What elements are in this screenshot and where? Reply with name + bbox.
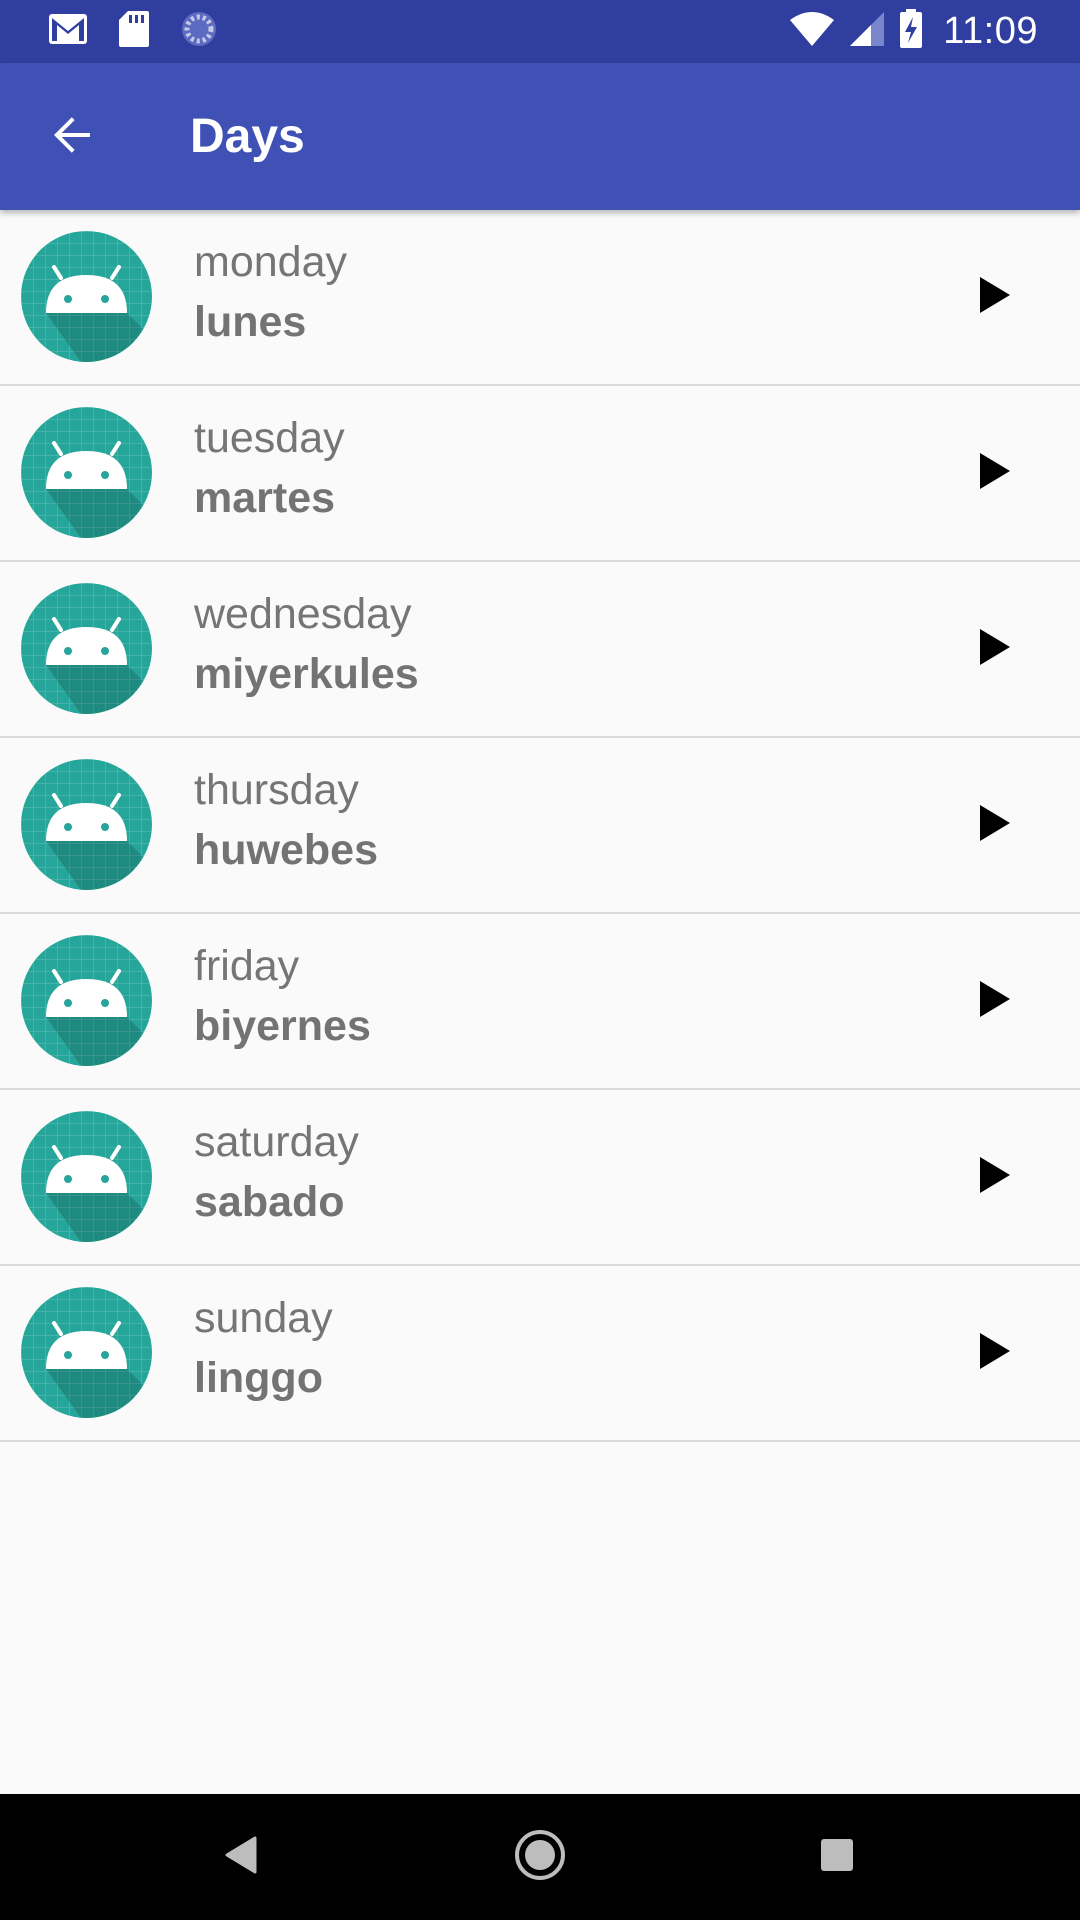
translated-day-label: huwebes bbox=[194, 826, 378, 874]
translated-day-label: biyernes bbox=[194, 1002, 371, 1050]
list-item-saturday[interactable]: saturday sabado bbox=[0, 1090, 1080, 1266]
list-item-monday[interactable]: monday lunes bbox=[0, 210, 1080, 386]
nav-home-button[interactable] bbox=[500, 1817, 580, 1897]
list-item-sunday[interactable]: sunday linggo bbox=[0, 1266, 1080, 1442]
android-icon bbox=[21, 231, 152, 362]
nav-back-button[interactable] bbox=[201, 1817, 281, 1897]
cell-signal-icon bbox=[849, 11, 885, 52]
play-icon bbox=[977, 1331, 1013, 1376]
day-text: saturday sabado bbox=[194, 1112, 359, 1232]
list-item-friday[interactable]: friday biyernes bbox=[0, 914, 1080, 1090]
play-button[interactable] bbox=[955, 785, 1035, 865]
list-item-thursday[interactable]: thursday huwebes bbox=[0, 738, 1080, 914]
arrow-back-icon bbox=[48, 111, 96, 164]
play-button[interactable] bbox=[955, 1137, 1035, 1217]
home-circle-icon bbox=[514, 1829, 566, 1886]
navigation-bar bbox=[0, 1794, 1080, 1920]
status-time: 11:09 bbox=[943, 10, 1038, 52]
status-bar: 11:09 bbox=[0, 0, 1080, 63]
play-button[interactable] bbox=[955, 1313, 1035, 1393]
english-day-label: thursday bbox=[194, 766, 359, 814]
list-item-wednesday[interactable]: wednesday miyerkules bbox=[0, 562, 1080, 738]
play-button[interactable] bbox=[955, 433, 1035, 513]
back-triangle-icon bbox=[223, 1835, 259, 1880]
nav-recents-button[interactable] bbox=[797, 1817, 877, 1897]
status-bar-system: 11:09 bbox=[789, 0, 1038, 63]
english-day-label: tuesday bbox=[194, 414, 345, 462]
play-icon bbox=[977, 1155, 1013, 1200]
translated-day-label: sabado bbox=[194, 1178, 345, 1226]
android-icon bbox=[21, 1111, 152, 1242]
days-list: monday lunes tuesday martes wednesday mi… bbox=[0, 210, 1080, 1442]
english-day-label: friday bbox=[194, 942, 300, 990]
translated-day-label: miyerkules bbox=[194, 650, 419, 698]
sync-icon bbox=[180, 10, 218, 53]
sd-card-icon bbox=[118, 10, 150, 53]
translated-day-label: martes bbox=[194, 474, 336, 522]
play-button[interactable] bbox=[955, 609, 1035, 689]
gmail-icon bbox=[48, 13, 88, 50]
page-title: Days bbox=[190, 110, 305, 163]
day-text: monday lunes bbox=[194, 232, 347, 352]
recents-square-icon bbox=[819, 1837, 855, 1878]
status-bar-notifications bbox=[48, 0, 218, 63]
day-text: wednesday miyerkules bbox=[194, 584, 419, 704]
android-icon bbox=[21, 759, 152, 890]
day-text: friday biyernes bbox=[194, 936, 371, 1056]
play-icon bbox=[977, 451, 1013, 496]
day-text: sunday linggo bbox=[194, 1288, 333, 1408]
english-day-label: sunday bbox=[194, 1294, 333, 1342]
day-text: thursday huwebes bbox=[194, 760, 378, 880]
play-button[interactable] bbox=[955, 257, 1035, 337]
english-day-label: saturday bbox=[194, 1118, 359, 1166]
android-icon bbox=[21, 583, 152, 714]
play-icon bbox=[977, 979, 1013, 1024]
translated-day-label: linggo bbox=[194, 1354, 323, 1402]
android-icon bbox=[21, 1287, 152, 1418]
back-button[interactable] bbox=[38, 103, 106, 171]
play-icon bbox=[977, 803, 1013, 848]
play-icon bbox=[977, 275, 1013, 320]
battery-charging-icon bbox=[899, 9, 923, 54]
android-icon bbox=[21, 935, 152, 1066]
play-icon bbox=[977, 627, 1013, 672]
list-item-tuesday[interactable]: tuesday martes bbox=[0, 386, 1080, 562]
play-button[interactable] bbox=[955, 961, 1035, 1041]
android-icon bbox=[21, 407, 152, 538]
english-day-label: monday bbox=[194, 238, 347, 286]
app-bar: Days bbox=[0, 63, 1080, 210]
wifi-icon bbox=[789, 11, 835, 52]
translated-day-label: lunes bbox=[194, 298, 307, 346]
english-day-label: wednesday bbox=[194, 590, 412, 638]
day-text: tuesday martes bbox=[194, 408, 345, 528]
